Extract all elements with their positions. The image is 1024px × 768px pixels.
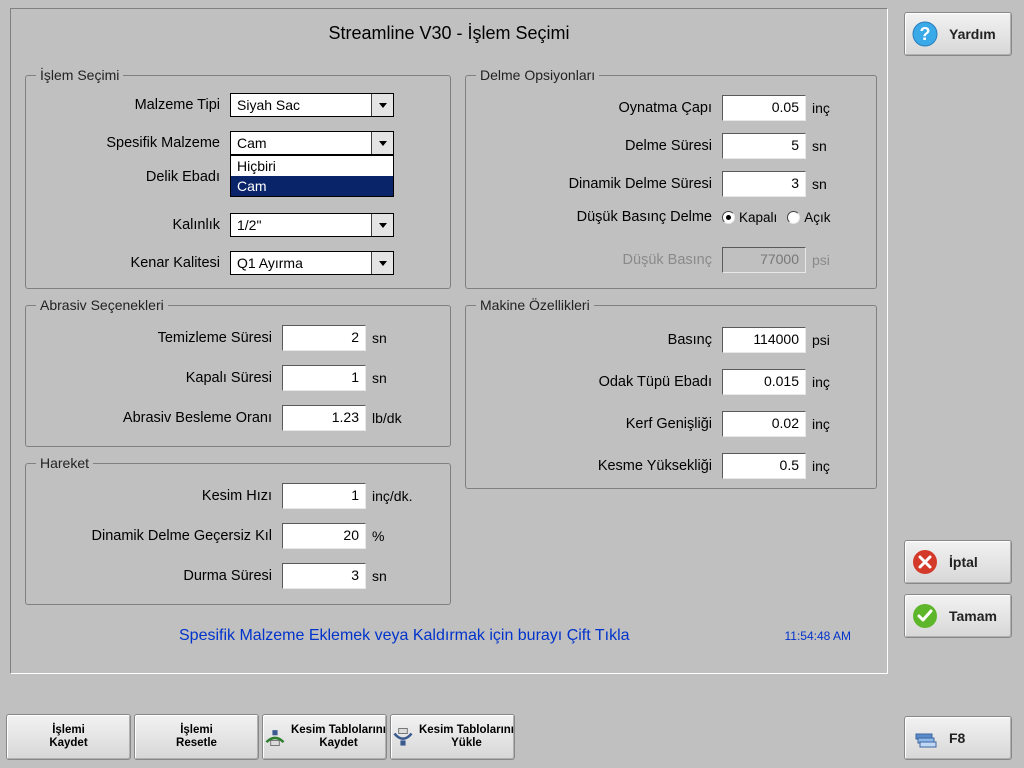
pressure-input[interactable]: 114000 (722, 327, 806, 353)
thickness-combo[interactable]: 1/2" (230, 213, 394, 237)
focus-tube-label: Odak Tüpü Ebadı (466, 374, 722, 390)
kerf-input[interactable]: 0.02 (722, 411, 806, 437)
low-pressure-on-radio[interactable]: Açık (787, 210, 830, 225)
group-abrasive: Abrasiv Seçenekleri Temizleme Süresi 2 s… (25, 297, 451, 447)
reset-process-button[interactable]: İşlemi Resetle (134, 714, 259, 760)
f8-button-label: F8 (949, 730, 965, 746)
cancel-icon (911, 548, 939, 576)
focus-tube-unit: inç (806, 374, 830, 390)
group-machine-legend: Makine Özellikleri (476, 297, 594, 313)
help-button-label: Yardım (949, 26, 996, 42)
off-time-input[interactable]: 1 (282, 365, 366, 391)
group-motion: Hareket Kesim Hızı 1 inç/dk. Dinamik Del… (25, 455, 451, 605)
kerf-unit: inç (806, 416, 830, 432)
thickness-label: Kalınlık (26, 217, 230, 233)
save-process-button[interactable]: İşlemi Kaydet (6, 714, 131, 760)
cleaning-time-label: Temizleme Süresi (26, 330, 282, 346)
ddo-unit: % (366, 528, 384, 544)
ok-icon (911, 602, 939, 630)
page-title: Streamline V30 - İşlem Seçimi (11, 9, 887, 58)
dropdown-option-none[interactable]: Hiçbiri (231, 156, 393, 176)
ok-button[interactable]: Tamam (904, 594, 1012, 638)
group-process: İşlem Seçimi Malzeme Tipi Siyah Sac Spes… (25, 67, 451, 289)
ok-button-label: Tamam (949, 608, 997, 624)
save-tables-icon (263, 723, 287, 751)
cancel-button-label: İptal (949, 554, 978, 570)
kerf-label: Kerf Genişliği (466, 416, 722, 432)
dyn-pierce-time-unit: sn (806, 176, 827, 192)
cut-speed-input[interactable]: 1 (282, 483, 366, 509)
low-pressure-input: 77000 (722, 247, 806, 273)
pressure-unit: psi (806, 332, 830, 348)
cut-height-unit: inç (806, 458, 830, 474)
material-type-label: Malzeme Tipi (26, 97, 230, 113)
ddo-label: Dinamik Delme Geçersiz Kıl (26, 528, 282, 544)
feed-rate-label: Abrasiv Besleme Oranı (26, 410, 282, 426)
group-machine: Makine Özellikleri Basınç 114000 psi Oda… (465, 297, 877, 489)
specific-material-label: Spesifik Malzeme (26, 135, 230, 151)
main-panel: Streamline V30 - İşlem Seçimi İşlem Seçi… (10, 8, 888, 674)
svg-text:?: ? (920, 24, 931, 44)
chevron-down-icon[interactable] (371, 132, 393, 154)
low-pressure-pierce-label: Düşük Basınç Delme (466, 209, 722, 225)
clock-timestamp: 11:54:48 AM (785, 629, 852, 643)
dyn-pierce-time-label: Dinamik Delme Süresi (466, 176, 722, 192)
low-pressure-off-radio[interactable]: Kapalı (722, 210, 777, 225)
group-pierce-legend: Delme Opsiyonları (476, 67, 599, 83)
play-dia-label: Oynatma Çapı (466, 100, 722, 116)
group-pierce: Delme Opsiyonları Oynatma Çapı 0.05 inç … (465, 67, 877, 289)
dwell-unit: sn (366, 568, 387, 584)
save-cut-tables-label: Kesim Tablolarını Kaydet (291, 724, 386, 749)
hole-size-label: Delik Ebadı (26, 169, 230, 185)
pierce-time-unit: sn (806, 138, 827, 154)
cut-height-label: Kesme Yüksekliği (466, 458, 722, 474)
low-pressure-unit: psi (806, 252, 830, 268)
save-process-label: İşlemi Kaydet (49, 724, 87, 749)
play-dia-input[interactable]: 0.05 (722, 95, 806, 121)
load-cut-tables-label: Kesim Tablolarını Yükle (419, 724, 514, 749)
group-motion-legend: Hareket (36, 455, 93, 471)
load-tables-icon (391, 723, 415, 751)
card-stack-icon (911, 724, 939, 752)
edge-quality-label: Kenar Kalitesi (26, 255, 230, 271)
low-pressure-label: Düşük Basınç (466, 252, 722, 268)
reset-process-label: İşlemi Resetle (176, 724, 217, 749)
add-remove-material-link[interactable]: Spesifik Malzeme Eklemek veya Kaldırmak … (179, 627, 630, 645)
help-button[interactable]: ? Yardım (904, 12, 1012, 56)
save-cut-tables-button[interactable]: Kesim Tablolarını Kaydet (262, 714, 387, 760)
off-time-label: Kapalı Süresi (26, 370, 282, 386)
specific-material-combo[interactable]: Cam (230, 131, 394, 155)
chevron-down-icon[interactable] (371, 214, 393, 236)
dwell-label: Durma Süresi (26, 568, 282, 584)
pierce-time-input[interactable]: 5 (722, 133, 806, 159)
help-icon: ? (911, 20, 939, 48)
ddo-input[interactable]: 20 (282, 523, 366, 549)
dyn-pierce-time-input[interactable]: 3 (722, 171, 806, 197)
f8-button[interactable]: F8 (904, 716, 1012, 760)
chevron-down-icon[interactable] (371, 252, 393, 274)
bottom-toolbar: İşlemi Kaydet İşlemi Resetle Kesim Tablo… (6, 714, 515, 760)
cut-height-input[interactable]: 0.5 (722, 453, 806, 479)
cut-speed-label: Kesim Hızı (26, 488, 282, 504)
dwell-input[interactable]: 3 (282, 563, 366, 589)
group-process-legend: İşlem Seçimi (36, 67, 123, 83)
material-type-combo[interactable]: Siyah Sac (230, 93, 394, 117)
off-time-unit: sn (366, 370, 387, 386)
dropdown-option-glass[interactable]: Cam (231, 176, 393, 196)
pressure-label: Basınç (466, 332, 722, 348)
cleaning-time-input[interactable]: 2 (282, 325, 366, 351)
specific-material-dropdown[interactable]: Hiçbiri Cam (230, 155, 394, 197)
chevron-down-icon[interactable] (371, 94, 393, 116)
feed-rate-input[interactable]: 1.23 (282, 405, 366, 431)
feed-rate-unit: lb/dk (366, 410, 402, 426)
cleaning-time-unit: sn (366, 330, 387, 346)
pierce-time-label: Delme Süresi (466, 138, 722, 154)
play-dia-unit: inç (806, 100, 830, 116)
edge-quality-combo[interactable]: Q1 Ayırma (230, 251, 394, 275)
cut-speed-unit: inç/dk. (366, 488, 412, 504)
load-cut-tables-button[interactable]: Kesim Tablolarını Yükle (390, 714, 515, 760)
focus-tube-input[interactable]: 0.015 (722, 369, 806, 395)
group-abrasive-legend: Abrasiv Seçenekleri (36, 297, 168, 313)
cancel-button[interactable]: İptal (904, 540, 1012, 584)
